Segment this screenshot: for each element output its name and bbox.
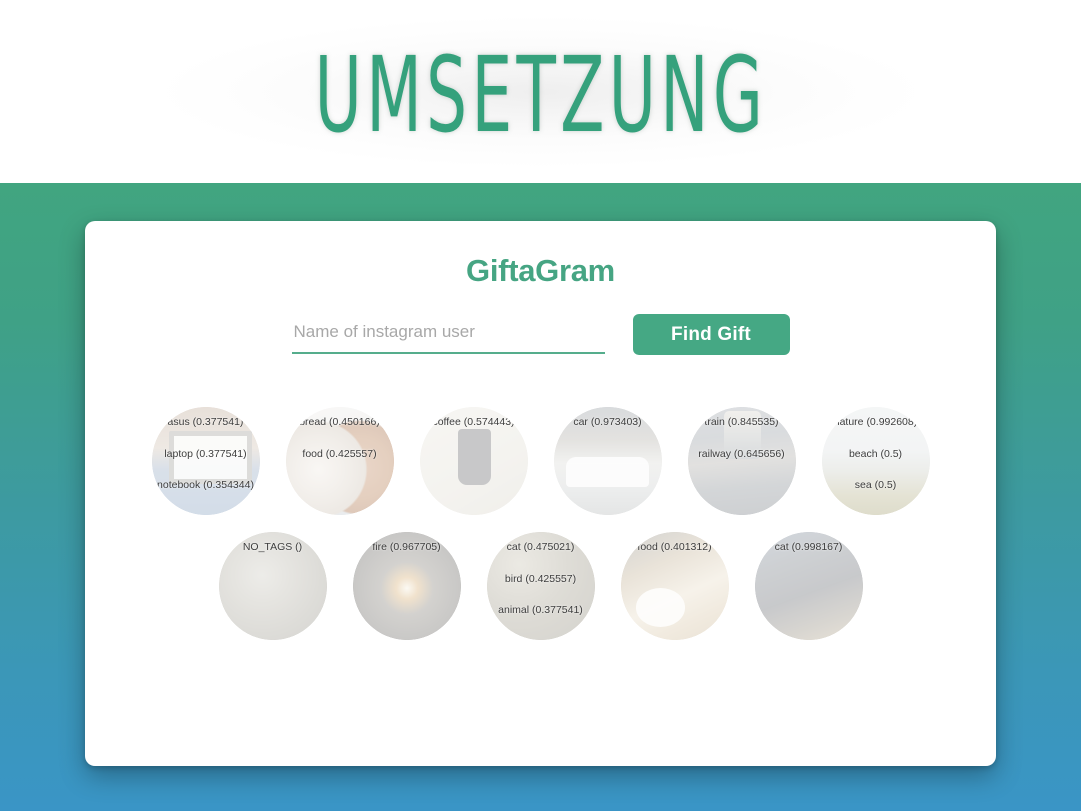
- result-tile[interactable]: cat (0.998167): [754, 532, 863, 640]
- result-tile[interactable]: fire (0.967705): [352, 532, 461, 640]
- slide-root: UMSETZUNG GiftaGram Find Gift asus (0.37…: [0, 0, 1081, 811]
- search-row: Find Gift: [85, 314, 996, 355]
- tile-tag: bread (0.450166): [299, 416, 380, 428]
- tile-tag: food (0.401312): [637, 541, 712, 553]
- tile-tag: coffee (0.574443): [432, 416, 515, 428]
- tile-tag: sea (0.5): [854, 479, 897, 491]
- tile-tag: beach (0.5): [848, 447, 903, 460]
- tile-tag: asus (0.377541): [167, 416, 244, 428]
- result-tile[interactable]: train (0.845535) railway (0.645656): [687, 407, 796, 515]
- tile-tag: animal (0.377541): [498, 604, 583, 616]
- result-tile[interactable]: bread (0.450166) food (0.425557): [285, 407, 394, 515]
- tile-tag: laptop (0.377541): [164, 447, 247, 460]
- tile-tag: cat (0.998167): [774, 541, 843, 553]
- slide-title-band: UMSETZUNG: [0, 0, 1081, 183]
- slide-title: UMSETZUNG: [314, 33, 767, 156]
- search-input[interactable]: [291, 315, 605, 354]
- tile-tag: nature (0.992608): [833, 416, 918, 428]
- app-card: GiftaGram Find Gift asus (0.377541) lapto…: [85, 221, 996, 766]
- result-tile[interactable]: asus (0.377541) laptop (0.377541) notebook…: [151, 407, 260, 515]
- find-gift-button[interactable]: Find Gift: [632, 314, 790, 355]
- tile-tag: notebook (0.354344): [157, 479, 254, 491]
- tile-tag: car (0.973403): [573, 416, 642, 428]
- tile-tag: fire (0.967705): [372, 541, 441, 553]
- tile-tag: bird (0.425557): [504, 572, 577, 585]
- tile-tag: train (0.845535): [704, 416, 779, 428]
- tile-tag: NO_TAGS (): [242, 541, 303, 553]
- result-tile[interactable]: nature (0.992608) beach (0.5) sea (0.5): [821, 407, 930, 515]
- tile-tag: railway (0.645656): [698, 447, 785, 460]
- tile-tag: food (0.425557): [302, 447, 377, 460]
- result-tile[interactable]: coffee (0.574443): [419, 407, 528, 515]
- result-row: asus (0.377541) laptop (0.377541) notebook…: [129, 407, 952, 515]
- result-tile[interactable]: car (0.973403): [553, 407, 662, 515]
- result-tile[interactable]: NO_TAGS (): [218, 532, 327, 640]
- result-tile[interactable]: cat (0.475021) bird (0.425557) animal (0.3…: [486, 532, 595, 640]
- result-row: NO_TAGS () fire (0.967705) cat (0.475021) b…: [129, 532, 952, 640]
- gradient-stage: GiftaGram Find Gift asus (0.377541) lapto…: [0, 183, 1081, 811]
- results-grid: asus (0.377541) laptop (0.377541) notebook…: [85, 407, 996, 640]
- tile-tag: cat (0.475021): [506, 541, 575, 553]
- result-tile[interactable]: food (0.401312): [620, 532, 729, 640]
- app-title: GiftaGram: [466, 253, 615, 288]
